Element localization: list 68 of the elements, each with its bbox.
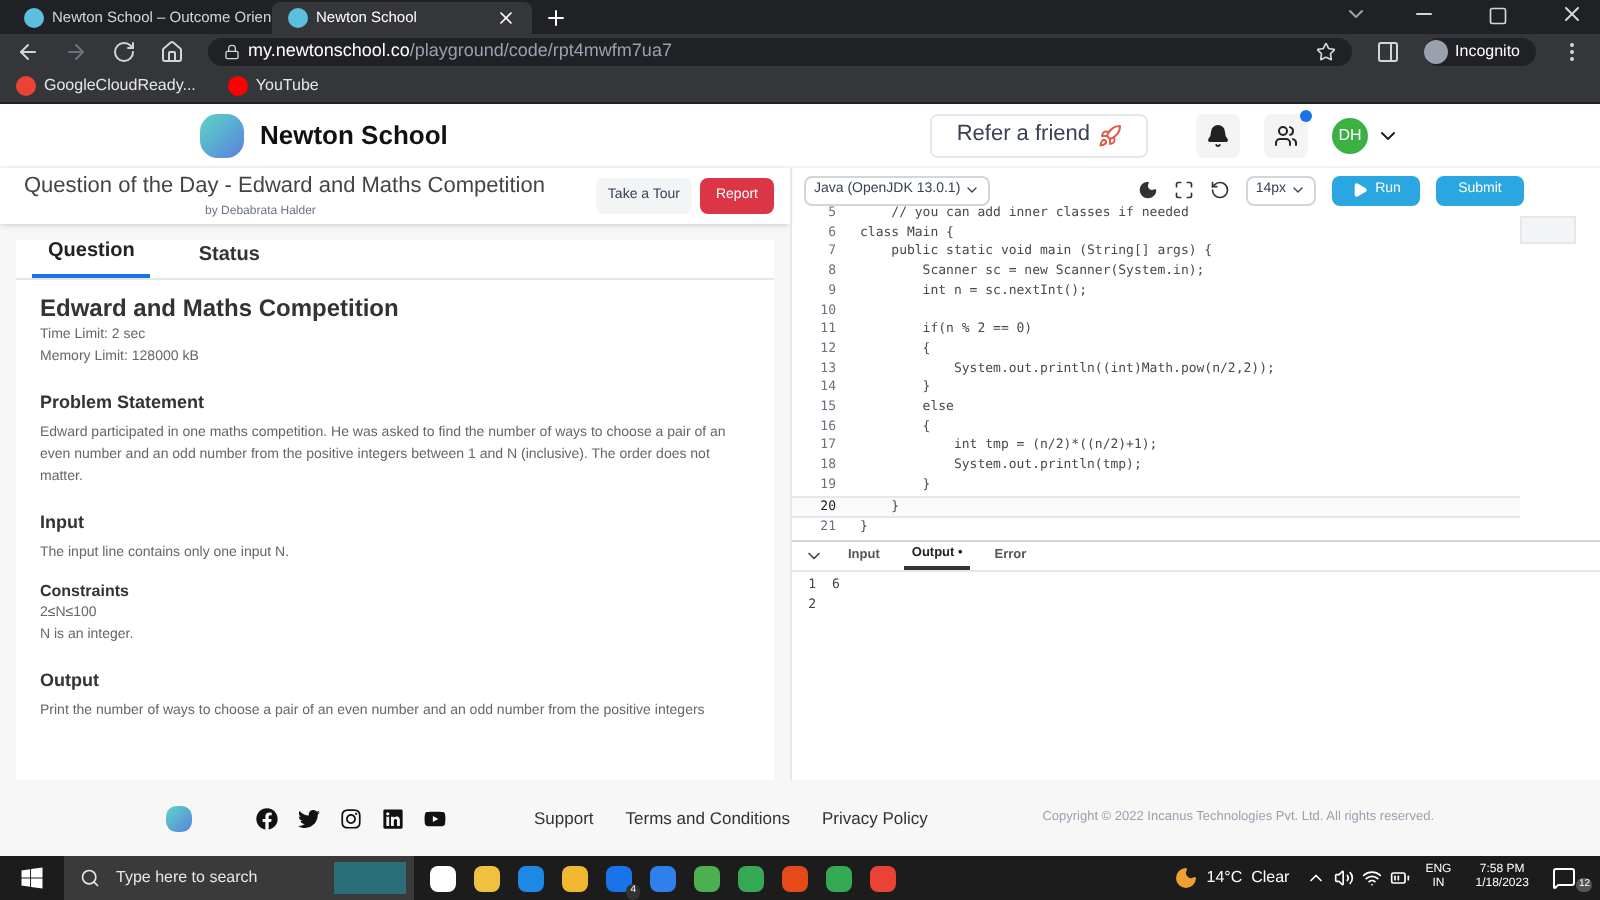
refer-button[interactable]: Refer a friend xyxy=(930,113,1148,157)
fullscreen-icon[interactable] xyxy=(1173,180,1194,200)
network-icon[interactable] xyxy=(1361,868,1382,888)
section-heading: Constraints xyxy=(40,580,131,602)
url-text: my.newtonschool.co/playground/code/rpt4mwfm7ua7 xyxy=(248,38,672,65)
reload-icon[interactable] xyxy=(112,40,136,64)
dark-mode-icon[interactable] xyxy=(1137,180,1158,200)
reset-icon[interactable] xyxy=(1209,180,1230,200)
app-icon[interactable] xyxy=(694,865,720,891)
app-icon[interactable] xyxy=(430,865,456,891)
bell-icon xyxy=(1206,123,1230,147)
question-title: Question of the Day - Edward and Maths Competition xyxy=(24,172,547,203)
linkedin-icon[interactable] xyxy=(382,807,404,829)
app-icon[interactable] xyxy=(738,865,764,891)
app-icon[interactable] xyxy=(562,865,588,891)
search-highlight-image xyxy=(334,862,406,894)
bookmark-icon xyxy=(227,76,248,96)
caret-icon xyxy=(964,182,981,198)
forward-icon[interactable] xyxy=(64,40,88,64)
back-icon[interactable] xyxy=(16,40,40,64)
bookmark-link[interactable]: YouTube xyxy=(227,74,319,98)
bell-button[interactable] xyxy=(1196,113,1240,157)
side-panel-icon[interactable] xyxy=(1375,40,1400,64)
profile-chip[interactable]: Incognito xyxy=(1423,38,1536,66)
windows-icon[interactable] xyxy=(20,866,44,890)
bookmark-link[interactable]: GoogleCloudReady... xyxy=(16,74,196,98)
incognito-icon xyxy=(1423,40,1448,64)
footer-link[interactable]: Terms and Conditions xyxy=(625,805,790,831)
search-icon xyxy=(80,868,100,888)
people-icon xyxy=(1274,123,1298,147)
address-bar[interactable]: my.newtonschool.co/playground/code/rpt4mwfm7ua7 xyxy=(208,38,1352,66)
restore-icon[interactable] xyxy=(1488,6,1508,26)
question-tab[interactable]: Status xyxy=(182,240,276,278)
brand-name: Newton School xyxy=(260,117,448,154)
footer-link[interactable]: Privacy Policy xyxy=(822,805,928,831)
question-tab[interactable]: Question xyxy=(32,240,151,278)
lock-icon xyxy=(224,44,240,60)
favicon-icon xyxy=(288,8,308,28)
app-icon[interactable] xyxy=(474,865,500,891)
logo-icon xyxy=(200,113,244,157)
facebook-icon[interactable] xyxy=(256,807,278,829)
section-heading: Output xyxy=(40,670,101,692)
instagram-icon[interactable] xyxy=(340,807,362,829)
section-heading: Input xyxy=(40,512,86,534)
youtube-icon[interactable] xyxy=(424,807,446,829)
close-window-icon[interactable] xyxy=(1560,2,1584,26)
caret-icon xyxy=(1290,182,1306,198)
weather-text: 14°C Clear xyxy=(1206,866,1290,890)
favicon-icon xyxy=(24,8,44,28)
bookmark-icon xyxy=(16,76,36,96)
new-tab-icon[interactable] xyxy=(544,6,568,30)
battery-icon[interactable] xyxy=(1389,868,1410,888)
minimap xyxy=(1520,216,1576,244)
problem-title: Edward and Maths Competition xyxy=(40,292,401,324)
close-icon[interactable] xyxy=(496,8,516,28)
home-icon[interactable] xyxy=(160,40,184,64)
play-icon xyxy=(1351,182,1368,198)
notification-icon[interactable] xyxy=(1552,866,1577,890)
logo-icon xyxy=(166,805,192,831)
people-button[interactable] xyxy=(1264,113,1308,157)
volume-icon[interactable] xyxy=(1333,868,1354,888)
twitter-icon[interactable] xyxy=(298,807,320,829)
footer-link[interactable]: Support xyxy=(534,805,594,831)
rocket-icon xyxy=(1098,123,1122,147)
app-icon[interactable] xyxy=(826,865,852,891)
moon-icon xyxy=(1174,866,1199,890)
section-heading: Problem Statement xyxy=(40,392,207,414)
star-icon[interactable] xyxy=(1315,42,1336,62)
